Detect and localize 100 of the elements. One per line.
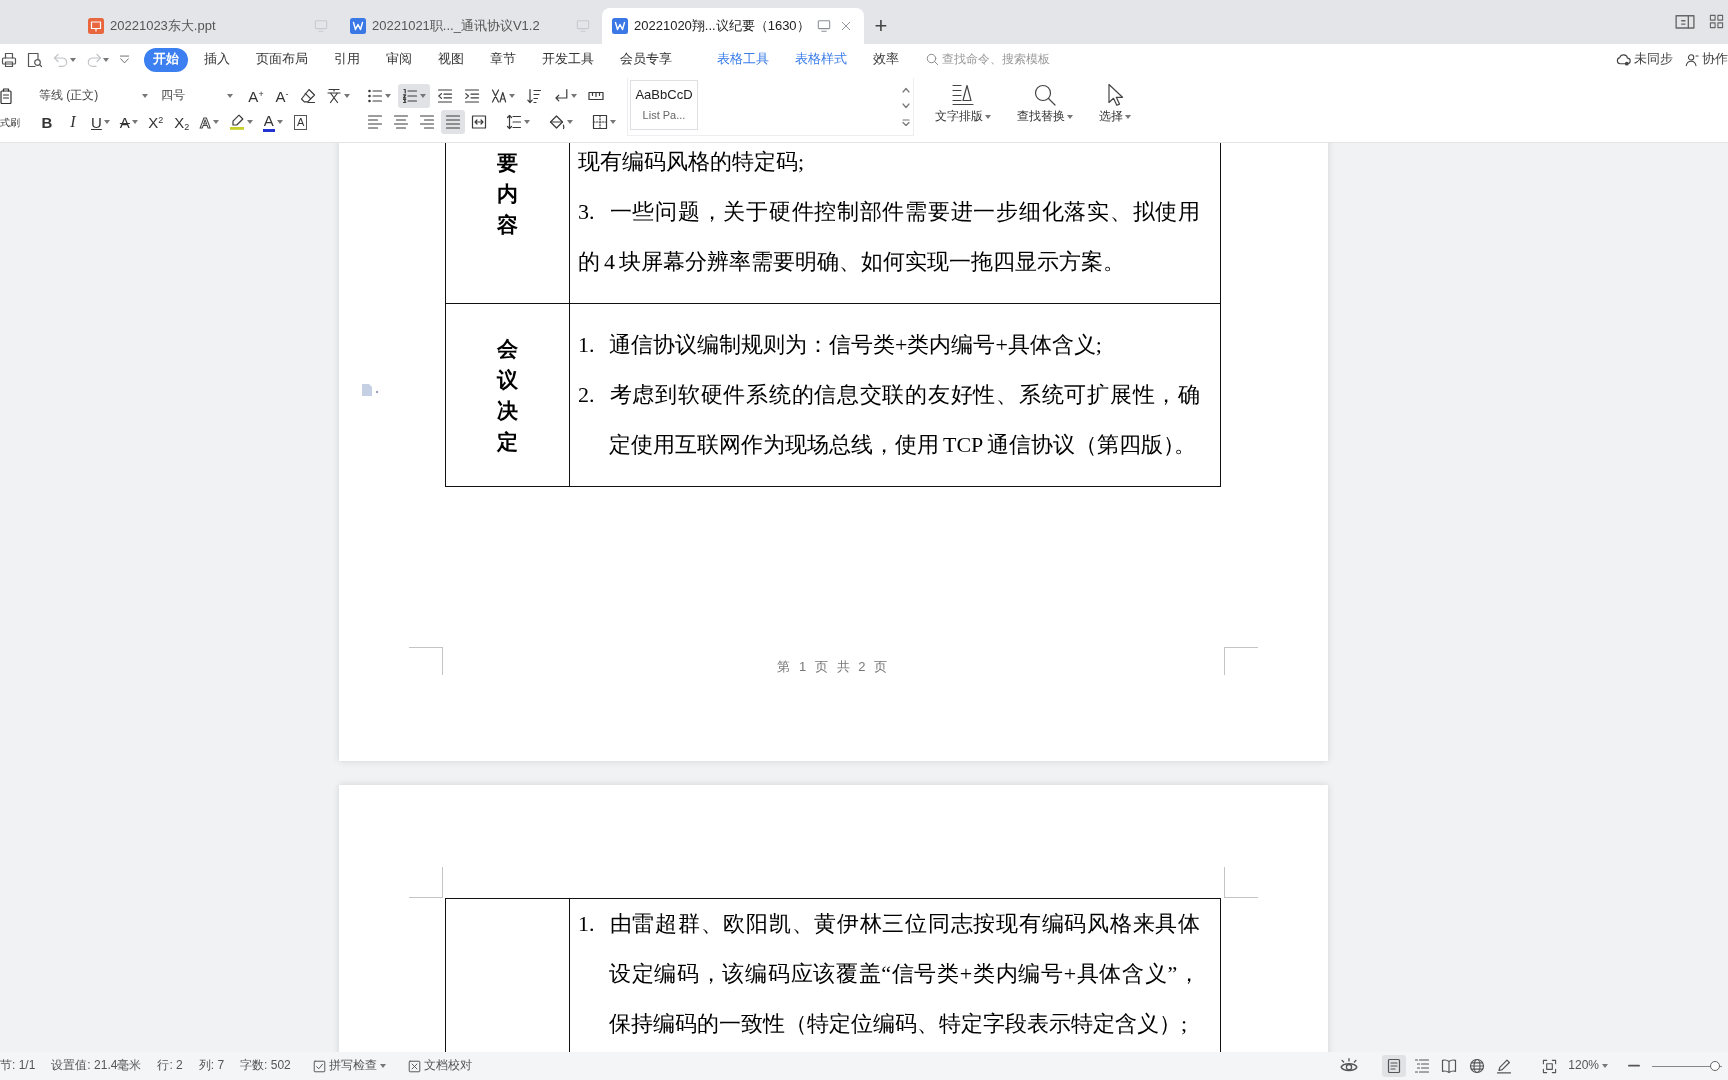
ribbon-tab[interactable]: 开始: [144, 47, 188, 72]
bullet-list-icon: [367, 88, 383, 104]
caret-icon: [70, 57, 76, 62]
scroll-up-icon[interactable]: [902, 87, 910, 93]
distributed-align-icon: [471, 114, 487, 130]
list-item-text: 通信协议编制规则为：信号类+类内编号+具体含义;: [609, 332, 1102, 357]
pen-icon: [1496, 1058, 1513, 1074]
document-file-icon: [350, 18, 366, 34]
ribbon-tab[interactable]: 章节: [477, 47, 529, 72]
new-tab-button[interactable]: +: [866, 8, 896, 44]
panel-icon[interactable]: [1675, 13, 1695, 31]
style-preview-button[interactable]: AaBbCcD List Pa...: [630, 80, 698, 130]
caret-icon: [385, 94, 391, 98]
font-name-dropdown[interactable]: 等线 (正文): [36, 85, 151, 107]
caret-icon: [246, 120, 253, 124]
text-layout-button[interactable]: 文字排版: [932, 75, 994, 142]
superscript-button[interactable]: X$^{2}$: [143, 110, 168, 134]
ribbon-tab[interactable]: 表格工具: [704, 47, 782, 72]
caret-icon: [212, 120, 219, 124]
return-arrow-icon: [553, 88, 569, 104]
list-number: 1.: [578, 331, 596, 359]
select-button[interactable]: 选择: [1096, 75, 1134, 142]
caret-icon: [1125, 114, 1131, 119]
grow-font-button[interactable]: A$^{+}$: [244, 84, 268, 108]
spell-check-button[interactable]: 拼写检查: [310, 1055, 388, 1077]
sort-icon: [526, 88, 542, 104]
ribbon-tab[interactable]: 视图: [425, 47, 477, 72]
numbered-list-icon: [402, 88, 418, 104]
list-item-text: 考虑到软硬件系统的信息交联的友好性、系统可扩展性，确定使用互联网作为现场总线，使用 TCP 通信协议（第四版）。: [609, 382, 1200, 457]
decrease-indent-icon: [437, 88, 453, 104]
status-text: 节: 1/1: [0, 1058, 36, 1074]
page-number-footer: 第 1 页 共 2 页: [443, 659, 1224, 675]
clipboard-icon[interactable]: [0, 88, 12, 104]
outline-view-icon: [1413, 1058, 1430, 1074]
justify-icon: [445, 114, 461, 130]
search-icon: [926, 53, 939, 66]
highlighter-icon: [228, 114, 245, 130]
page-view-icon: [1386, 1058, 1403, 1074]
monitor-icon[interactable]: [817, 19, 831, 33]
paint-bucket-icon: [549, 114, 565, 130]
slider-thumb[interactable]: [1710, 1061, 1721, 1071]
status-text: 行: 2: [157, 1058, 183, 1074]
cloud-icon: [1616, 52, 1631, 67]
document-tab[interactable]: 20221020翔...议纪要（1630）: [602, 8, 864, 44]
ribbon-tab[interactable]: 引用: [321, 47, 373, 72]
align-center-icon: [393, 114, 409, 130]
bold-button[interactable]: B: [35, 110, 59, 134]
align-left-icon: [367, 114, 383, 130]
crop-mark: [1224, 647, 1258, 675]
italic-button[interactable]: I: [61, 110, 85, 134]
print-preview-icon: [27, 51, 43, 68]
undo-icon: [53, 51, 69, 68]
globe-icon: [1468, 1058, 1485, 1074]
document-tab[interactable]: 20221021职..._通讯协议V1.2: [340, 8, 602, 44]
caret-icon: [509, 94, 515, 98]
presentation-file-icon: [88, 18, 104, 34]
document-tab[interactable]: 20221023东大.ppt: [78, 8, 340, 44]
row-heading: 会议决定: [497, 336, 518, 455]
command-search-field[interactable]: 查找命令、搜索模板: [926, 48, 1064, 71]
status-text: 字数: 502: [240, 1058, 291, 1074]
ribbon-tab[interactable]: 审阅: [373, 47, 425, 72]
fit-page-icon: [1542, 1058, 1558, 1074]
page-view-button[interactable]: [1382, 1055, 1407, 1077]
strikethrough-button[interactable]: A: [115, 110, 142, 134]
expand-gallery-icon[interactable]: [902, 119, 910, 126]
grid-icon[interactable]: [1709, 14, 1724, 30]
list-item-text: 现有编码风格的特定码;: [578, 148, 806, 176]
ribbon-tab[interactable]: 效率: [860, 47, 912, 72]
character-border-button[interactable]: A: [288, 110, 313, 134]
ribbon-tab[interactable]: 会员专享: [607, 47, 685, 72]
caret-icon: [985, 114, 991, 119]
scroll-down-icon[interactable]: [902, 103, 910, 109]
caret-icon: [1067, 114, 1073, 119]
ribbon-tab[interactable]: 表格样式: [782, 47, 860, 72]
shrink-font-button[interactable]: A$^{-}$: [270, 84, 294, 108]
eraser-icon: [300, 88, 316, 104]
list-number: 2.: [578, 381, 596, 409]
customize-icon: [119, 54, 130, 65]
ribbon-tab[interactable]: 开发工具: [529, 47, 607, 72]
sync-status-button[interactable]: 未同步: [1616, 51, 1673, 68]
align-right-icon: [419, 114, 435, 130]
caret-icon: [1602, 1064, 1608, 1068]
ribbon-tab[interactable]: 插入: [191, 47, 243, 72]
ribbon-tab[interactable]: 页面布局: [243, 47, 321, 72]
zoom-level-dropdown[interactable]: 120%: [1566, 1055, 1610, 1077]
line-spacing-icon: [506, 114, 522, 130]
close-icon[interactable]: [840, 20, 852, 32]
find-replace-button[interactable]: 查找替换: [1014, 75, 1076, 142]
numbered-list-button[interactable]: [398, 84, 430, 108]
document-marker-icon[interactable]: [361, 383, 379, 397]
collaborate-button[interactable]: 协作: [1685, 51, 1728, 68]
font-size-dropdown[interactable]: 四号: [158, 85, 236, 107]
caret-icon: [379, 1064, 386, 1068]
underline-button[interactable]: U: [87, 110, 114, 134]
person-icon: [1685, 52, 1699, 67]
font-color-button[interactable]: A: [258, 110, 287, 134]
subscript-button[interactable]: X$_{2}$: [169, 110, 194, 134]
proofread-button[interactable]: 文档校对: [405, 1055, 474, 1077]
format-painter-button[interactable]: 式刷: [0, 115, 20, 129]
zoom-out-icon: [1628, 1064, 1640, 1068]
